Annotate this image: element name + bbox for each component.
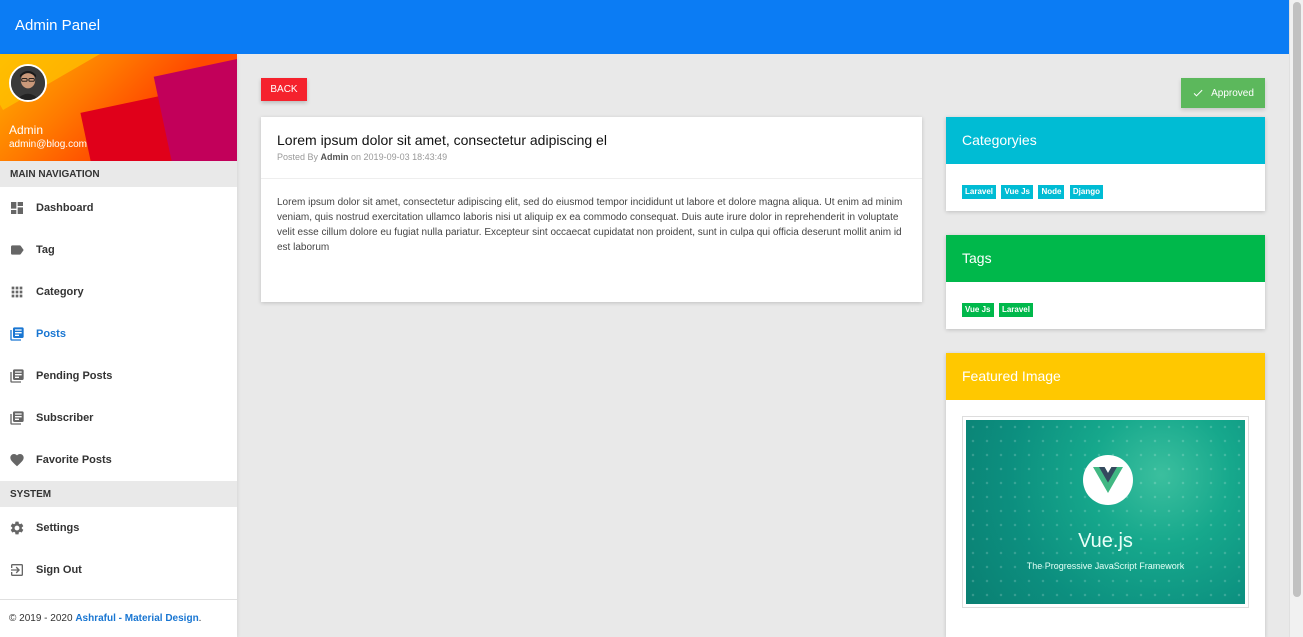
approved-label: Approved — [1211, 87, 1254, 99]
category-badge[interactable]: Laravel — [962, 185, 997, 199]
post-meta: Posted By Admin on 2019-09-03 18:43:49 — [277, 152, 906, 162]
posted-by-label: Posted By — [277, 152, 321, 162]
sidebar-item-label: Subscriber — [36, 412, 94, 424]
system-header: SYSTEM — [0, 481, 237, 507]
footer-period: . — [198, 613, 202, 624]
library-books-icon — [9, 368, 25, 384]
image-pattern — [966, 420, 1245, 604]
tags-list: Vue Js Laravel — [946, 282, 1265, 333]
category-badge[interactable]: Node — [1038, 185, 1065, 199]
sidebar-item-subscriber[interactable]: Subscriber — [0, 397, 237, 439]
featured-image: Vue.js The Progressive JavaScript Framew… — [962, 416, 1249, 608]
featured-image-header: Featured Image — [946, 353, 1265, 400]
sidebar-item-label: Favorite Posts — [36, 454, 112, 466]
sidebar-item-label: Settings — [36, 522, 80, 534]
image-title: Vue.js — [1078, 530, 1133, 552]
post-header: Lorem ipsum dolor sit amet, consectetur … — [261, 117, 922, 179]
sidebar: Admin admin@blog.com MAIN NAVIGATION Das… — [0, 54, 237, 637]
library-books-icon — [9, 326, 25, 342]
categories-card: Categoryies Laravel Vue Js Node Django — [946, 117, 1265, 211]
category-badge[interactable]: Vue Js — [1001, 185, 1033, 199]
categories-header: Categoryies — [946, 117, 1265, 164]
tag-badge[interactable]: Vue Js — [962, 303, 994, 317]
sidebar-item-label: Tag — [36, 244, 55, 256]
sidebar-footer: © 2019 - 2020 Ashraful - Material Design… — [0, 599, 237, 637]
apps-icon — [9, 284, 25, 300]
tags-card: Tags Vue Js Laravel — [946, 235, 1265, 329]
footer-author-link[interactable]: Ashraful - Material Design — [75, 613, 198, 624]
user-info-panel: Admin admin@blog.com — [0, 54, 237, 161]
post-title: Lorem ipsum dolor sit amet, consectetur … — [277, 132, 607, 148]
gear-icon — [9, 520, 25, 536]
categories-list: Laravel Vue Js Node Django — [946, 164, 1265, 215]
page-scrollbar[interactable] — [1289, 0, 1303, 637]
heart-icon — [9, 452, 25, 468]
sidebar-item-posts[interactable]: Posts — [0, 313, 237, 355]
approved-button[interactable]: Approved — [1181, 78, 1265, 108]
user-email: admin@blog.com — [9, 139, 87, 150]
tags-header: Tags — [946, 235, 1265, 282]
date-prefix: on — [348, 152, 364, 162]
featured-image-content: Vue.js The Progressive JavaScript Framew… — [946, 400, 1265, 624]
sidebar-item-favorite-posts[interactable]: Favorite Posts — [0, 439, 237, 481]
sidebar-item-label: Dashboard — [36, 202, 94, 214]
check-icon — [1193, 89, 1203, 97]
post-date: 2019-09-03 18:43:49 — [363, 152, 448, 162]
image-subtitle: The Progressive JavaScript Framework — [1026, 561, 1185, 571]
sidebar-item-category[interactable]: Category — [0, 271, 237, 313]
sidebar-item-pending-posts[interactable]: Pending Posts — [0, 355, 237, 397]
main-navigation-header: MAIN NAVIGATION — [0, 161, 237, 187]
sidebar-item-tag[interactable]: Tag — [0, 229, 237, 271]
post-card: Lorem ipsum dolor sit amet, consectetur … — [261, 117, 922, 302]
post-author: Admin — [320, 152, 349, 162]
sidebar-item-label: Posts — [36, 328, 66, 340]
footer-copyright: © 2019 - 2020 — [9, 613, 76, 624]
vue-logo-icon — [1083, 455, 1133, 505]
sidebar-item-settings[interactable]: Settings — [0, 507, 237, 549]
dashboard-icon — [9, 200, 25, 216]
sidebar-item-label: Sign Out — [36, 564, 82, 576]
sidebar-item-dashboard[interactable]: Dashboard — [0, 187, 237, 229]
library-books-icon — [9, 410, 25, 426]
avatar-image — [11, 66, 45, 100]
sidebar-item-label: Pending Posts — [36, 370, 113, 382]
top-app-bar: Admin Panel — [0, 0, 1289, 54]
sidebar-item-sign-out[interactable]: Sign Out — [0, 549, 237, 591]
back-button[interactable]: BACK — [261, 78, 307, 101]
tag-badge[interactable]: Laravel — [998, 303, 1033, 317]
scrollbar-thumb[interactable] — [1293, 2, 1301, 597]
sign-out-icon — [9, 562, 25, 578]
category-badge[interactable]: Django — [1069, 185, 1103, 199]
app-title[interactable]: Admin Panel — [15, 17, 100, 34]
post-body: Lorem ipsum dolor sit amet, consectetur … — [277, 197, 903, 253]
label-icon — [9, 242, 25, 258]
avatar[interactable] — [9, 64, 47, 102]
sidebar-item-label: Category — [36, 286, 84, 298]
user-name: Admin — [9, 123, 44, 137]
featured-image-canvas: Vue.js The Progressive JavaScript Framew… — [966, 420, 1245, 604]
featured-image-card: Featured Image Vue.js The Progressive Ja… — [946, 353, 1265, 637]
